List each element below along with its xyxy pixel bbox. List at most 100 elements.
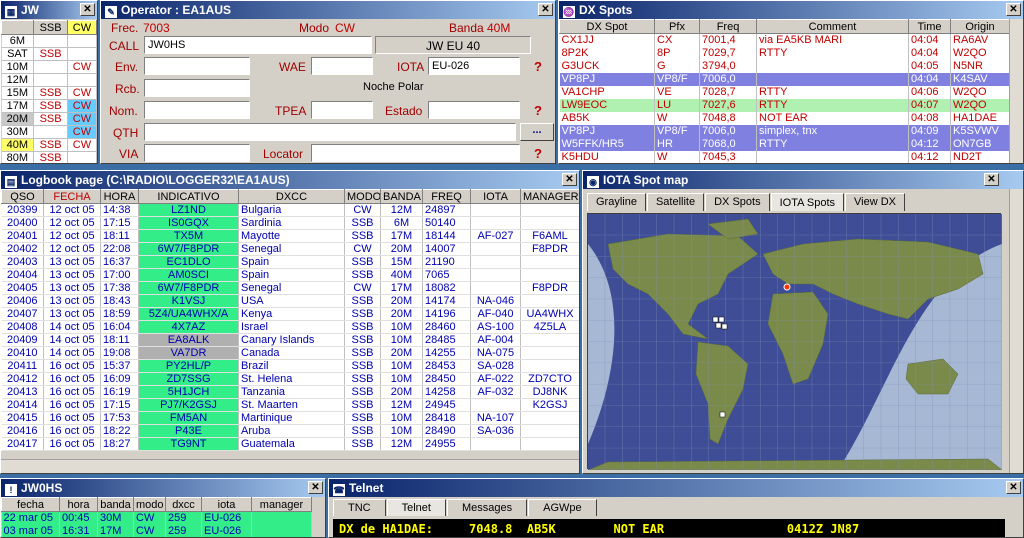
logbook-row[interactable]: 20409 14 oct 05 18:11 EA8ALK Canary Islands S…: [1, 333, 579, 347]
band-mode-cell[interactable]: [67, 151, 97, 163]
band-name[interactable]: 80M: [1, 151, 35, 163]
logbook-row[interactable]: 20400 12 oct 05 17:15 IS0GQX Sardinia SSB 6M 50…: [1, 216, 579, 230]
wae-input[interactable]: [311, 57, 373, 75]
band-mode-cell[interactable]: SSB: [33, 112, 68, 126]
dxspots-column-header[interactable]: Freq: [699, 19, 757, 34]
dxspots-column-header[interactable]: DX Spot: [559, 19, 655, 34]
dxspots-column-header[interactable]: Time: [908, 19, 951, 34]
map-tab[interactable]: View DX: [845, 193, 905, 211]
dxspot-row[interactable]: W5FFK/HR5 HR 7068,0 RTTY 04:12 ON7GB: [559, 137, 1010, 151]
telnet-tab[interactable]: Telnet: [386, 499, 446, 516]
prev-qso-column-header[interactable]: modo: [133, 497, 166, 512]
world-map[interactable]: [587, 213, 1003, 471]
band-row[interactable]: 6M: [1, 34, 97, 48]
telnet-tab[interactable]: Messages: [446, 499, 528, 516]
band-name[interactable]: 15M: [1, 86, 35, 100]
prev-qso-row[interactable]: 22 mar 05 00:45 30M CW 259 EU-026: [1, 511, 312, 525]
estado-help-icon[interactable]: ?: [534, 103, 542, 118]
logbook-row[interactable]: 20415 16 oct 05 17:53 FM5AN Martinique SSB 10M…: [1, 411, 579, 425]
dxspots-column-header[interactable]: Origin: [950, 19, 1010, 34]
band-row[interactable]: 12M: [1, 73, 97, 87]
logbook-row[interactable]: 20406 13 oct 05 18:43 K1VSJ USA SSB 20M 14174 NA…: [1, 294, 579, 308]
logbook-row[interactable]: 20417 16 oct 05 18:27 TG9NT Guatemala SSB 12M 2…: [1, 437, 579, 451]
map-tab[interactable]: Satellite: [646, 193, 705, 211]
qth-lookup-button[interactable]: ...: [520, 123, 554, 141]
close-icon[interactable]: ✕: [538, 3, 553, 16]
band-mode-cell[interactable]: CW: [67, 99, 97, 113]
band-name[interactable]: 20M: [1, 112, 35, 126]
logbook-row[interactable]: 20404 13 oct 05 17:00 AM0SCI Spain SSB 40M 7065: [1, 268, 579, 282]
logbook-column-header[interactable]: DXCC: [238, 189, 345, 204]
prev-qso-column-header[interactable]: iota: [201, 497, 252, 512]
band-mode-cell[interactable]: [33, 34, 68, 48]
dxspot-row[interactable]: VP8PJ VP8/F 7006,0 simplex, tnx 04:09 K5SVWV: [559, 124, 1010, 138]
close-icon[interactable]: ✕: [308, 481, 323, 494]
logbook-column-header[interactable]: HORA: [100, 189, 139, 204]
close-icon[interactable]: ✕: [562, 173, 577, 186]
iota-help-icon[interactable]: ?: [534, 59, 542, 74]
dxspot-row[interactable]: VA1CHP VE 7028,7 RTTY 04:06 W2QO: [559, 85, 1010, 99]
prev-qso-column-header[interactable]: manager: [251, 497, 312, 512]
band-name[interactable]: 10M: [1, 60, 35, 74]
band-row[interactable]: 20M SSB CW: [1, 112, 97, 126]
call-input[interactable]: JW0HS: [144, 36, 372, 54]
band-mode-cell[interactable]: [33, 125, 68, 139]
logbook-column-header[interactable]: FECHA: [43, 189, 101, 204]
close-icon[interactable]: ✕: [984, 173, 999, 186]
dxspots-column-header[interactable]: Comment: [756, 19, 909, 34]
nom-input[interactable]: [144, 101, 250, 119]
dxspot-row[interactable]: K5HDU W 7045,3 04:12 ND2T: [559, 150, 1010, 163]
logbook-column-header[interactable]: MODO: [344, 189, 381, 204]
dxspot-row[interactable]: LW9EOC LU 7027,6 RTTY 04:07 W2QO: [559, 98, 1010, 112]
logbook-column-header[interactable]: IOTA: [470, 189, 521, 204]
map-vscrollbar[interactable]: [1009, 189, 1023, 473]
close-icon[interactable]: ✕: [1006, 3, 1021, 16]
band-name[interactable]: 12M: [1, 73, 35, 87]
band-mode-cell[interactable]: SSB: [33, 86, 68, 100]
logbook-row[interactable]: 20416 16 oct 05 18:22 P43E Aruba SSB 10M 28490 S…: [1, 424, 579, 438]
iota-input[interactable]: EU-026: [428, 57, 520, 75]
locator-input[interactable]: [311, 144, 520, 162]
telnet-tab[interactable]: TNC: [333, 499, 386, 516]
logbook-column-header[interactable]: MANAGER: [520, 189, 579, 204]
band-mode-cell[interactable]: CW: [67, 112, 97, 126]
prev-qso-row[interactable]: 03 mar 05 16:31 17M CW 259 EU-026: [1, 524, 312, 537]
logbook-row[interactable]: 20414 16 oct 05 17:15 PJ7/K2GSJ St. Maarten S…: [1, 398, 579, 412]
band-mode-cell[interactable]: [67, 47, 97, 61]
prev-qso-titlebar[interactable]: ! JW0HS ✕: [1, 479, 325, 497]
band-mode-cell[interactable]: SSB: [33, 138, 68, 152]
logbook-row[interactable]: 20413 16 oct 05 16:19 5H1JCH Tanzania SSB 20M 1…: [1, 385, 579, 399]
band-mode-cell[interactable]: SSB: [33, 99, 68, 113]
logbook-row[interactable]: 20408 14 oct 05 16:04 4X7AZ Israel SSB 10M 2846…: [1, 320, 579, 334]
band-name[interactable]: 30M: [1, 125, 35, 139]
band-window-titlebar[interactable]: ▦ JW ✕: [1, 1, 97, 19]
logbook-row[interactable]: 20401 12 oct 05 18:11 TX5M Mayotte SSB 17M 1814…: [1, 229, 579, 243]
band-mode-cell[interactable]: CW: [67, 60, 97, 74]
logbook-column-header[interactable]: FREQ: [422, 189, 471, 204]
band-mode-cell[interactable]: CW: [67, 138, 97, 152]
band-name[interactable]: 40M: [1, 138, 35, 152]
logbook-row[interactable]: 20411 16 oct 05 15:37 PY2HL/P Brazil SSB 10M 28…: [1, 359, 579, 373]
band-mode-cell[interactable]: SSB: [33, 151, 68, 163]
close-icon[interactable]: ✕: [1006, 481, 1021, 494]
dxspots-scrollbar[interactable]: [1009, 19, 1023, 163]
band-mode-cell[interactable]: [33, 73, 68, 87]
qth-input[interactable]: [144, 123, 516, 141]
logbook-row[interactable]: 20412 16 oct 05 16:09 ZD7SSG St. Helena SSB 10…: [1, 372, 579, 386]
map-tab[interactable]: IOTA Spots: [770, 193, 845, 211]
telnet-titlebar[interactable]: ☎ Telnet ✕: [329, 479, 1023, 497]
logbook-hscrollbar[interactable]: [1, 459, 579, 473]
telnet-tab[interactable]: AGWpe: [528, 499, 597, 516]
band-mode-cell[interactable]: CW: [67, 86, 97, 100]
map-tab[interactable]: Grayline: [587, 193, 646, 211]
dxspot-row[interactable]: AB5K W 7048,8 NOT EAR 04:08 HA1DAE: [559, 111, 1010, 125]
iota-map-titlebar[interactable]: ◉ IOTA Spot map ✕: [583, 171, 1023, 189]
tpea-input[interactable]: [311, 101, 373, 119]
band-mode-cell[interactable]: [67, 73, 97, 87]
dxspot-row[interactable]: VP8PJ VP8/F 7006,0 04:04 K4SAV: [559, 72, 1010, 86]
operator-titlebar[interactable]: ✎ Operator : EA1AUS ✕: [101, 1, 555, 19]
prev-qso-column-header[interactable]: banda: [97, 497, 134, 512]
band-mode-cell[interactable]: [67, 34, 97, 48]
logbook-titlebar[interactable]: ▤ Logbook page (C:\RADIO\LOGGER32\EA1AUS)…: [1, 171, 579, 189]
dxspots-column-header[interactable]: Pfx: [654, 19, 700, 34]
